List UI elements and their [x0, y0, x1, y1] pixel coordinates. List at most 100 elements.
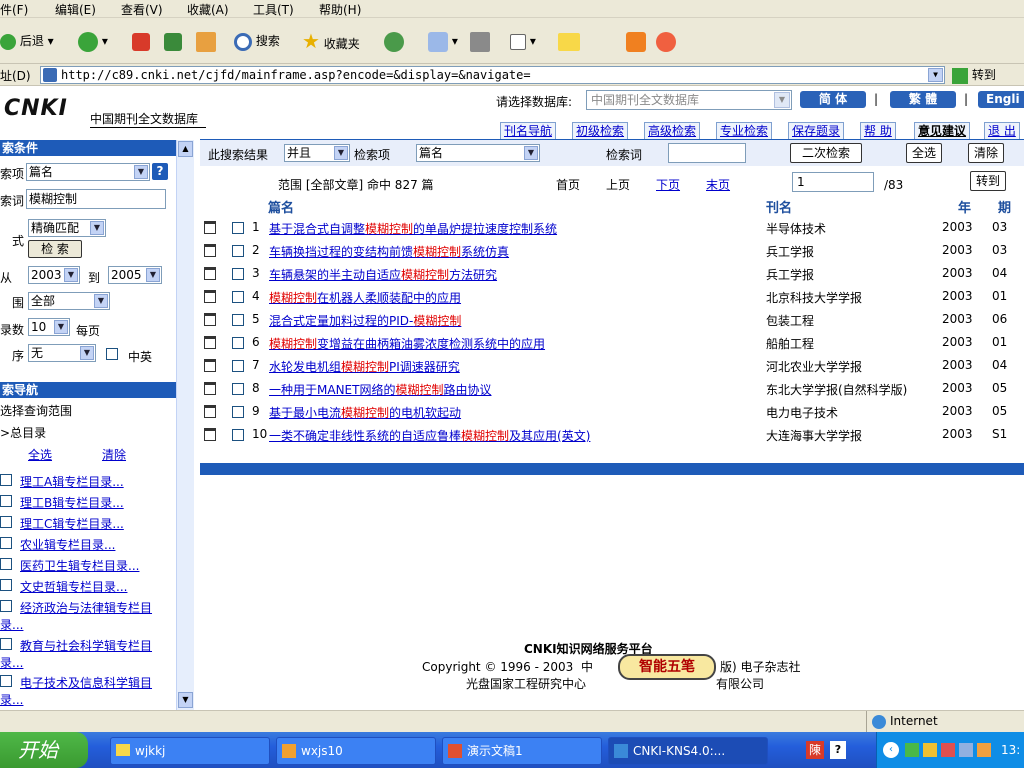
cat-link-edu[interactable]: 教育与社会科学辑专栏目: [20, 637, 152, 654]
favorites-button[interactable]: ★ 收藏夹: [302, 30, 360, 52]
cat-checkbox[interactable]: [0, 516, 12, 528]
next-page-link[interactable]: 下页: [656, 176, 680, 193]
from-year-select[interactable]: 2003 ▼: [28, 266, 80, 284]
count-select[interactable]: 10 ▼: [28, 318, 70, 336]
row-checkbox[interactable]: [232, 268, 244, 280]
field-select[interactable]: 篇名 ▼: [26, 163, 150, 181]
row-title-link[interactable]: 水轮发电机组模糊控制PI调速器研究: [269, 358, 460, 375]
row-title-link[interactable]: 基于最小电流模糊控制的电机软起动: [269, 404, 461, 421]
row-checkbox[interactable]: [232, 245, 244, 257]
nav-logout[interactable]: 退 出: [984, 122, 1020, 139]
cat-link-hist[interactable]: 文史哲辑专栏目录...: [20, 578, 127, 595]
row-checkbox[interactable]: [232, 314, 244, 326]
go-button[interactable]: 转到: [952, 66, 996, 84]
ime-status-stamp[interactable]: 智能五笔: [618, 654, 716, 680]
cat-link-edu-cont[interactable]: 录...: [0, 654, 23, 671]
select-db-dropdown[interactable]: 中国期刊全文数据库 ▼: [586, 90, 792, 110]
second-search-button[interactable]: 二次检索: [790, 143, 862, 163]
row-checkbox[interactable]: [232, 383, 244, 395]
select-all-button[interactable]: 全选: [906, 143, 942, 163]
row-title-link[interactable]: 基于混合式自调整模糊控制的单晶炉提拉速度控制系统: [269, 220, 557, 237]
cat-link-c[interactable]: 理工C辑专栏目录...: [20, 515, 124, 532]
cat-link-elec[interactable]: 电子技术及信息科学辑目: [20, 674, 152, 691]
menu-edit[interactable]: 编辑(E): [55, 1, 96, 18]
mail-button[interactable]: ▾: [428, 30, 458, 52]
field-select-2[interactable]: 篇名 ▼: [416, 144, 540, 162]
row-checkbox[interactable]: [232, 360, 244, 372]
cat-link-econ[interactable]: 经济政治与法律辑专栏目: [20, 599, 152, 616]
record-icon[interactable]: [204, 313, 216, 326]
cat-checkbox[interactable]: [0, 638, 12, 650]
home-button[interactable]: [196, 30, 216, 52]
input-method-icon[interactable]: 陳: [806, 741, 824, 759]
print-button[interactable]: [470, 30, 490, 52]
row-title-link[interactable]: 车辆换挡过程的变结构前馈模糊控制系统仿真: [269, 243, 509, 260]
nav-help[interactable]: 帮 助: [860, 122, 896, 139]
left-search-button[interactable]: 检 索: [28, 240, 82, 258]
row-checkbox[interactable]: [232, 222, 244, 234]
record-icon[interactable]: [204, 382, 216, 395]
record-icon[interactable]: [204, 221, 216, 234]
start-button[interactable]: 开始: [0, 732, 88, 768]
last-page-link[interactable]: 末页: [706, 176, 730, 193]
record-icon[interactable]: [204, 267, 216, 280]
row-title-link[interactable]: 车辆悬架的半主动自适应模糊控制方法研究: [269, 266, 497, 283]
tray-app-icon[interactable]: [923, 743, 937, 757]
task-wjkkj[interactable]: wjkkj: [110, 737, 270, 765]
word-input-2[interactable]: [668, 143, 746, 163]
row-title-link[interactable]: 混合式定量加料过程的PID-模糊控制: [269, 312, 461, 329]
logic-select[interactable]: 并且 ▼: [284, 144, 350, 162]
record-icon[interactable]: [204, 290, 216, 303]
left-select-all-link[interactable]: 全选: [28, 446, 52, 463]
tray-misc-icon[interactable]: [977, 743, 991, 757]
stop-button[interactable]: [132, 30, 150, 52]
menu-favorites[interactable]: 收藏(A): [187, 1, 229, 18]
match-select[interactable]: 精确匹配 ▼: [28, 219, 106, 237]
forward-button[interactable]: ▾: [78, 30, 108, 52]
row-checkbox[interactable]: [232, 429, 244, 441]
folder-button[interactable]: [558, 30, 580, 52]
row-title-link[interactable]: 模糊控制变增益在曲柄箱油雾浓度检测系统中的应用: [269, 335, 545, 352]
cat-checkbox[interactable]: [0, 579, 12, 591]
task-wxjs10[interactable]: wxjs10: [276, 737, 436, 765]
scroll-down-icon[interactable]: ▼: [178, 692, 193, 708]
media-button[interactable]: [626, 30, 646, 52]
row-checkbox[interactable]: [232, 337, 244, 349]
help-icon[interactable]: ?: [152, 163, 168, 180]
nav-expert-search[interactable]: 专业检索: [716, 122, 773, 139]
menu-view[interactable]: 查看(V): [121, 1, 163, 18]
nav-feedback[interactable]: 意见建议: [914, 122, 971, 139]
row-checkbox[interactable]: [232, 291, 244, 303]
task-presentation[interactable]: 演示文稿1: [442, 737, 602, 765]
address-input[interactable]: http://c89.cnki.net/cjfd/mainframe.asp?e…: [40, 66, 945, 84]
nav-journal-guide[interactable]: 刊名导航: [500, 122, 557, 139]
tray-expand-icon[interactable]: ‹: [883, 742, 899, 758]
cat-checkbox[interactable]: [0, 537, 12, 549]
menu-help[interactable]: 帮助(H): [319, 1, 361, 18]
goto-page-button[interactable]: 转到: [970, 171, 1006, 191]
left-clear-link[interactable]: 清除: [102, 446, 126, 463]
cat-checkbox[interactable]: [0, 675, 12, 687]
cat-checkbox[interactable]: [0, 600, 12, 612]
edit-button[interactable]: ▾: [510, 30, 536, 52]
nav-advanced-search[interactable]: 高级检索: [644, 122, 701, 139]
to-year-select[interactable]: 2005 ▼: [108, 266, 162, 284]
cat-link-agri[interactable]: 农业辑专栏目录...: [20, 536, 115, 553]
nav-basic-search[interactable]: 初级检索: [572, 122, 629, 139]
row-title-link[interactable]: 一类不确定非线性系统的自适应鲁棒模糊控制及其应用(英文): [269, 427, 590, 444]
lang-traditional-button[interactable]: 繁 體: [890, 91, 956, 108]
row-title-link[interactable]: 一种用于MANET网络的模糊控制路由协议: [269, 381, 491, 398]
range-select[interactable]: 全部 ▼: [28, 292, 110, 310]
ime-help-icon[interactable]: ?: [830, 741, 846, 759]
cat-link-a[interactable]: 理工A辑专栏目录...: [20, 473, 124, 490]
record-icon[interactable]: [204, 336, 216, 349]
back-button[interactable]: 后退 ▾: [0, 30, 54, 52]
tray-volume-icon[interactable]: [959, 743, 973, 757]
record-icon[interactable]: [204, 244, 216, 257]
clear-button[interactable]: 清除: [968, 143, 1004, 163]
row-checkbox[interactable]: [232, 406, 244, 418]
refresh-button[interactable]: [164, 30, 182, 52]
cat-link-b[interactable]: 理工B辑专栏目录...: [20, 494, 124, 511]
search-word-input[interactable]: 模糊控制: [26, 189, 166, 209]
messenger-button[interactable]: [656, 30, 676, 52]
